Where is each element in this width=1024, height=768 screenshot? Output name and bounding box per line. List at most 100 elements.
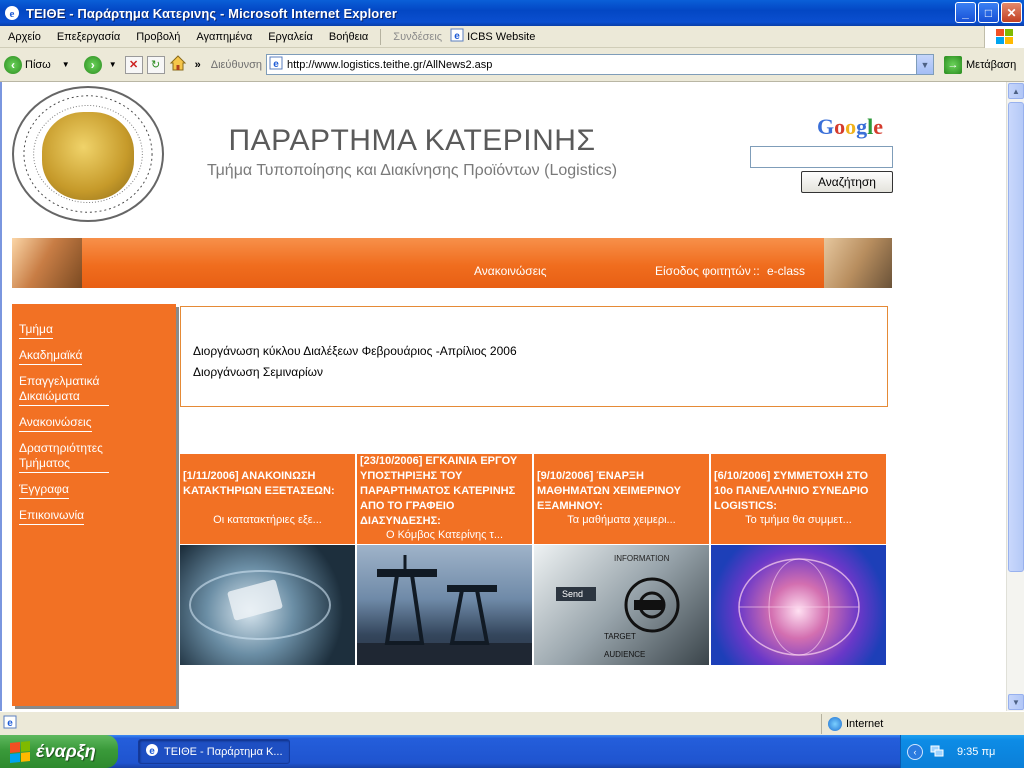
news-card-header: [9/10/2006] ΈΝΑΡΞΗ ΜΑΘΗΜΑΤΩΝ ΧΕΙΜΕΡΙΝΟΥ … — [534, 454, 709, 544]
menu-view[interactable]: Προβολή — [128, 31, 188, 43]
scroll-thumb[interactable] — [1008, 102, 1024, 572]
icbs-link[interactable]: e ICBS Website — [450, 28, 535, 45]
go-label: Μετάβαση — [966, 58, 1017, 71]
sidebar: Τμήμα Ακαδημαϊκά Επαγγελματικά Δικαιώματ… — [12, 304, 176, 706]
title-bar: e ΤΕΙΘΕ - Παράρτημα Κατερινης - Microsof… — [0, 0, 1024, 26]
svg-text:e: e — [149, 746, 155, 757]
news-card-snippet: Τα μαθήματα χειμερι... — [567, 514, 676, 526]
clock[interactable]: 9:35 πμ — [957, 746, 995, 758]
menu-separator — [380, 28, 382, 45]
news-card-snippet: Οι κατατακτήριες εξε... — [213, 514, 322, 526]
refresh-button[interactable]: ↻ — [146, 55, 165, 74]
sidebar-item-professional-rights[interactable]: Επαγγελματικά Δικαιώματα — [19, 374, 109, 406]
home-icon — [169, 54, 187, 75]
news-card-title[interactable]: [23/10/2006] ΕΓΚΑΙΝΙΑ ΕΡΓΟΥ ΥΠΟΣΤΗΡΙΞΗΣ … — [360, 454, 529, 529]
maximize-button[interactable]: □ — [978, 2, 999, 23]
news-card[interactable]: [6/10/2006] ΣΥΜΜΕΤΟΧΗ ΣΤΟ 10ο ΠΑΝΕΛΛΗΝΙΟ… — [711, 454, 887, 666]
page-icon: e — [269, 56, 283, 73]
svg-text:e: e — [454, 31, 460, 42]
back-arrow-icon: ‹ — [4, 55, 22, 74]
close-button[interactable]: ✕ — [1001, 2, 1022, 23]
windows-flag-icon — [10, 740, 30, 763]
toolbar: ‹ Πίσω ▼ › ▼ ✕ ↻ » Διεύθυνση e http://ww… — [0, 48, 1024, 82]
chevron-down-icon: ▼ — [61, 60, 70, 69]
address-label: Διεύθυνση — [210, 58, 262, 71]
ie-icon: e — [145, 743, 159, 760]
address-field[interactable]: e http://www.logistics.teithe.gr/AllNews… — [266, 54, 934, 75]
stop-button[interactable]: ✕ — [124, 55, 143, 74]
news-card-snippet: Ο Κόμβος Κατερίνης τ... — [385, 529, 504, 541]
sidebar-item-announcements[interactable]: Ανακοινώσεις — [19, 415, 92, 432]
minimize-button[interactable]: _ — [955, 2, 976, 23]
back-label: Πίσω — [25, 58, 51, 71]
start-button[interactable]: έναρξη — [0, 735, 118, 768]
sidebar-item-department[interactable]: Τμήμα — [19, 322, 53, 339]
svg-text:e: e — [273, 59, 279, 70]
page-status-icon: e — [2, 714, 18, 733]
menu-file[interactable]: Αρχείο — [0, 31, 49, 43]
banner-announcements-link[interactable]: Ανακοινώσεις — [474, 264, 547, 278]
news-item[interactable]: Διοργάνωση κύκλου Διαλέξεων Φεβρουάριος … — [193, 341, 887, 362]
page-subtitle: Τμήμα Τυποποίησης και Διακίνησης Προϊόντ… — [206, 162, 618, 179]
sidebar-item-documents[interactable]: Έγγραφα — [19, 482, 69, 499]
page-viewport: ΠΑΡΑΡΤΗΜΑ ΚΑΤΕΡΙΝΗΣ Τμήμα Τυποποίησης κα… — [0, 82, 1006, 711]
banner-separator: :: — [753, 264, 760, 278]
page-title: ΠΑΡΑΡΤΗΜΑ ΚΑΤΕΡΙΝΗΣ — [228, 124, 596, 157]
refresh-icon: ↻ — [146, 55, 165, 74]
menu-edit[interactable]: Επεξεργασία — [49, 31, 128, 43]
vertical-scrollbar[interactable]: ▲ ▼ — [1006, 82, 1024, 711]
news-card-title[interactable]: [6/10/2006] ΣΥΜΜΕΤΟΧΗ ΣΤΟ 10ο ΠΑΝΕΛΛΗΝΙΟ… — [714, 469, 883, 514]
stop-icon: ✕ — [124, 55, 143, 74]
page-icon: e — [450, 28, 464, 45]
taskbar-window-button[interactable]: e ΤΕΙΘΕ - Παράρτημα Κ... — [138, 739, 290, 764]
news-card-image[interactable] — [711, 545, 886, 665]
menu-bar: Αρχείο Επεξεργασία Προβολή Αγαπημένα Εργ… — [0, 26, 1024, 48]
port-crane-image — [357, 555, 532, 665]
menu-tools[interactable]: Εργαλεία — [260, 31, 321, 43]
network-icon[interactable] — [929, 742, 945, 761]
forward-arrow-icon: › — [83, 55, 102, 74]
news-card[interactable]: [9/10/2006] ΈΝΑΡΞΗ ΜΑΘΗΜΑΤΩΝ ΧΕΙΜΕΡΙΝΟΥ … — [534, 454, 710, 666]
search-button[interactable]: Αναζήτηση — [801, 171, 893, 193]
back-button[interactable]: ‹ Πίσω ▼ — [4, 55, 70, 74]
start-label: έναρξη — [36, 741, 96, 761]
sidebar-item-activities[interactable]: Δραστηριότητες Τμήματος — [19, 441, 109, 473]
news-card[interactable]: [23/10/2006] ΕΓΚΑΙΝΙΑ ΕΡΓΟΥ ΥΠΟΣΤΗΡΙΞΗΣ … — [357, 454, 533, 666]
google-search-input[interactable] — [750, 146, 893, 168]
news-card-image[interactable]: INFORMATION Send TARGET AUDIENCE — [534, 545, 709, 665]
taskbar: έναρξη e ΤΕΙΘΕ - Παράρτημα Κ... EL ‹ 9:3… — [0, 735, 1024, 768]
sidebar-item-academics[interactable]: Ακαδημαϊκά — [19, 348, 83, 365]
image-text: INFORMATION — [614, 554, 670, 563]
banner-students-link[interactable]: Είσοδος φοιτητών — [655, 264, 751, 278]
banner-eclass-link[interactable]: e-class — [767, 264, 805, 278]
image-text: AUDIENCE — [604, 650, 645, 659]
news-card[interactable]: [1/11/2006] ΑΝΑΚΟΙΝΩΣΗ ΚΑΤΑΚΤΗΡΙΩΝ ΕΞΕΤΑ… — [180, 454, 356, 666]
news-card-title[interactable]: [1/11/2006] ΑΝΑΚΟΙΝΩΣΗ ΚΑΤΑΚΤΗΡΙΩΝ ΕΞΕΤΑ… — [183, 469, 352, 499]
ie-icon: e — [4, 5, 20, 21]
menu-favorites[interactable]: Αγαπημένα — [188, 31, 260, 43]
news-item[interactable]: Διοργάνωση Σεμιναρίων — [193, 362, 887, 383]
news-card-image[interactable] — [180, 545, 355, 665]
go-button[interactable]: → Μετάβαση — [944, 55, 1017, 74]
scroll-down-icon[interactable]: ▼ — [1008, 694, 1024, 710]
news-box: Διοργάνωση κύκλου Διαλέξεων Φεβρουάριος … — [180, 306, 888, 407]
news-card-title[interactable]: [9/10/2006] ΈΝΑΡΞΗ ΜΑΘΗΜΑΤΩΝ ΧΕΙΜΕΡΙΝΟΥ … — [537, 469, 706, 514]
chevron-down-icon[interactable]: ▼ — [916, 55, 933, 74]
chevron-down-icon: ▼ — [108, 60, 117, 69]
toolbar-overflow-icon[interactable]: » — [195, 59, 201, 71]
tray-expand-icon[interactable]: ‹ — [907, 743, 923, 760]
taskbar-window-label: ΤΕΙΘΕ - Παράρτημα Κ... — [164, 745, 283, 758]
icbs-link-label: ICBS Website — [467, 30, 536, 43]
scroll-up-icon[interactable]: ▲ — [1008, 83, 1024, 99]
menu-help[interactable]: Βοήθεια — [321, 31, 376, 43]
news-card-header: [6/10/2006] ΣΥΜΜΕΤΟΧΗ ΣΤΟ 10ο ΠΑΝΕΛΛΗΝΙΟ… — [711, 454, 886, 544]
nav-banner: Ανακοινώσεις Είσοδος φοιτητών :: e-class — [12, 238, 892, 288]
window-title: ΤΕΙΘΕ - Παράρτημα Κατερινης - Microsoft … — [26, 5, 397, 21]
forward-button[interactable]: › ▼ — [83, 55, 117, 74]
banner-photo-right — [824, 238, 892, 288]
globe-image — [738, 558, 860, 656]
news-card-header: [1/11/2006] ΑΝΑΚΟΙΝΩΣΗ ΚΑΤΑΚΤΗΡΙΩΝ ΕΞΕΤΑ… — [180, 454, 355, 544]
home-button[interactable] — [169, 54, 187, 75]
sidebar-item-contact[interactable]: Επικοινωνία — [19, 508, 85, 525]
news-card-image[interactable] — [357, 545, 532, 665]
